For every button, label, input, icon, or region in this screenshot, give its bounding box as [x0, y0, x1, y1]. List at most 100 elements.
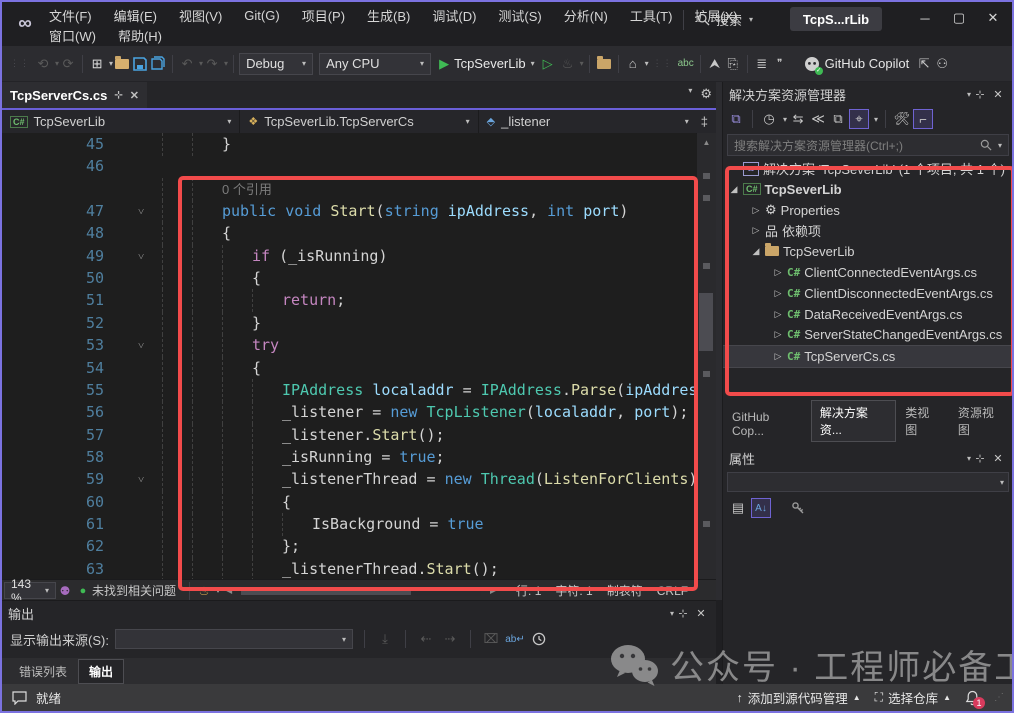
tree-item-TcpSeverLib[interactable]: ◢TcpSeverLib — [723, 241, 1014, 262]
scroll-right-icon[interactable]: ▶ — [484, 582, 502, 600]
tree-item-解决方案 'TcpSeverLib' (1 个项目, 共 1 个)[interactable]: ∞解决方案 'TcpSeverLib' (1 个项目, 共 1 个) — [723, 158, 1014, 179]
code-line[interactable]: 45} — [2, 133, 696, 156]
github-copilot-label[interactable]: GitHub Copilot — [825, 56, 910, 71]
fold-chevron-icon[interactable]: ˅ — [138, 200, 144, 223]
select-element-icon[interactable]: ⮝ — [706, 55, 724, 73]
bottom-tab-输出[interactable]: 输出 — [78, 659, 124, 684]
scrollbar-thumb[interactable] — [699, 293, 713, 351]
new-project-button[interactable]: ⊞ — [88, 55, 106, 73]
notifications-bell-icon[interactable]: 1 — [965, 690, 980, 706]
property-pages-key-icon[interactable] — [789, 499, 807, 517]
expanded-chevron-icon[interactable]: ◢ — [727, 184, 741, 195]
code-line[interactable]: 52} — [2, 312, 696, 335]
code-line[interactable]: 0 个引用 — [2, 178, 696, 201]
solution-configuration-dropdown[interactable]: Debug▾ — [239, 53, 313, 75]
tree-item-Properties[interactable]: ▷⚙Properties — [723, 200, 1014, 221]
scrollbar-thumb[interactable] — [241, 587, 411, 595]
select-repository-button[interactable]: ⛶ 选择仓库 ▲ — [875, 688, 951, 707]
pin-icon[interactable]: ⊹ — [674, 604, 692, 622]
editor-vertical-scrollbar[interactable]: ▲ — [697, 133, 716, 579]
code-line[interactable]: 60{ — [2, 491, 696, 514]
output-source-dropdown[interactable]: ▾ — [115, 629, 353, 649]
panel-tab-解决方案资...[interactable]: 解决方案资... — [811, 400, 896, 442]
collapsed-chevron-icon[interactable]: ▷ — [771, 329, 785, 340]
properties-object-dropdown[interactable]: ▾ — [727, 472, 1009, 492]
line-indicator[interactable]: 行: 1 — [516, 582, 541, 599]
code-line[interactable]: 58_isRunning = true; — [2, 446, 696, 469]
properties-shortcut-icon[interactable]: ⧉ — [829, 110, 847, 128]
code-line[interactable]: 61IsBackground = true — [2, 513, 696, 536]
toolbar-drag-grip[interactable]: ⋮⋮ — [653, 58, 673, 69]
scroll-left-icon[interactable]: ◀ — [220, 582, 238, 600]
solution-search-input[interactable]: 搜索解决方案资源管理器(Ctrl+;) ▾ — [727, 134, 1009, 156]
clear-all-icon[interactable]: ⌧ — [482, 630, 500, 648]
sync-with-active-document-icon[interactable]: ⌖ — [849, 109, 869, 129]
document-tab[interactable]: TcpServerCs.cs ⊹ ✕ — [2, 82, 147, 108]
menu-item-项目(P)[interactable]: 项目(P) — [291, 4, 356, 27]
fold-chevron-icon[interactable]: ˅ — [138, 468, 144, 491]
navbar-project-dropdown[interactable]: C# TcpSeverLib ▾ — [2, 110, 240, 133]
output-header[interactable]: 输出 ▾ ⊹ ✕ — [2, 601, 716, 625]
navigate-back-button[interactable]: ⟲ — [34, 55, 52, 73]
code-line[interactable]: 49˅if (_isRunning) — [2, 245, 696, 268]
code-line[interactable]: 50{ — [2, 267, 696, 290]
hot-reload-status-icon[interactable]: ♨ — [195, 582, 213, 600]
undo-button[interactable]: ↶ — [178, 55, 196, 73]
wrench-icon[interactable]: 🛠 — [893, 110, 911, 128]
code-viewport[interactable]: 45}460 个引用47˅public void Start(string ip… — [2, 133, 696, 579]
live-share-icon[interactable]: ⚉ — [56, 582, 74, 600]
redo-button[interactable]: ↷ — [203, 55, 221, 73]
goto-message-icon[interactable]: ⤓ — [376, 630, 394, 648]
fold-chevron-icon[interactable]: ˅ — [138, 334, 144, 357]
pin-icon[interactable]: ⊹ — [114, 90, 122, 101]
preview-selected-items-icon[interactable]: ⌐ — [913, 109, 933, 129]
collapsed-chevron-icon[interactable]: ▷ — [771, 309, 785, 320]
zoom-dropdown[interactable]: 143 %▾ — [4, 582, 56, 599]
tree-item-DataReceivedEventArgs.cs[interactable]: ▷C#DataReceivedEventArgs.cs — [723, 304, 1014, 325]
code-line[interactable]: 62}; — [2, 535, 696, 558]
close-panel-icon[interactable]: ✕ — [989, 85, 1007, 103]
menu-item-视图(V)[interactable]: 视图(V) — [168, 4, 233, 27]
code-line[interactable]: 57_listener.Start(); — [2, 424, 696, 447]
code-line[interactable]: 59˅_listenerThread = new Thread(ListenFo… — [2, 468, 696, 491]
menu-item-调试(D)[interactable]: 调试(D) — [421, 4, 487, 27]
document-list-caret-icon[interactable]: ▾ — [688, 86, 692, 102]
indent-icon[interactable]: ≣ — [753, 55, 771, 73]
word-wrap-icon[interactable]: ab↵ — [506, 630, 524, 648]
redo-caret-icon[interactable]: ▾ — [224, 59, 228, 68]
close-button[interactable]: ✕ — [976, 5, 1010, 31]
solution-explorer-header[interactable]: 解决方案资源管理器 ▾ ⊹ ✕ — [723, 82, 1013, 106]
pin-icon[interactable]: ⊹ — [971, 85, 989, 103]
close-tab-icon[interactable]: ✕ — [130, 89, 139, 102]
expanded-chevron-icon[interactable]: ◢ — [749, 246, 763, 257]
split-editor-icon[interactable]: ‡ — [701, 114, 708, 129]
properties-header[interactable]: 属性 ▾ ⊹ ✕ — [723, 446, 1013, 470]
menu-item-工具(T)[interactable]: 工具(T) — [619, 4, 684, 27]
find-in-files-icon[interactable] — [595, 55, 613, 73]
tree-item-ClientDisconnectedEventArgs.cs[interactable]: ▷C#ClientDisconnectedEventArgs.cs — [723, 283, 1014, 304]
document-health-label[interactable]: 未找到相关问题 — [92, 582, 176, 599]
spell-check-icon[interactable]: abc — [677, 55, 695, 73]
indent-mode-indicator[interactable]: 制表符 — [607, 582, 643, 599]
pending-changes-filter-icon[interactable]: ◷ — [760, 110, 778, 128]
collapsed-chevron-icon[interactable]: ▷ — [771, 288, 785, 299]
save-button[interactable] — [131, 55, 149, 73]
categorized-view-icon[interactable]: ▤ — [729, 499, 747, 517]
hot-reload-icon[interactable]: ♨ — [559, 55, 577, 73]
menu-item-分析(N)[interactable]: 分析(N) — [553, 4, 619, 27]
start-without-debug-icon[interactable]: ▷ — [543, 56, 553, 72]
collapsed-chevron-icon[interactable]: ▷ — [771, 267, 785, 278]
tree-item-ServerStateChangedEventArgs.cs[interactable]: ▷C#ServerStateChangedEventArgs.cs — [723, 324, 1014, 345]
share-icon[interactable]: ⇱ — [915, 55, 933, 73]
send-feedback-icon[interactable]: ⚇ — [933, 55, 951, 73]
next-message-icon[interactable]: ⇢ — [441, 630, 459, 648]
toggle-timestamp-clock-icon[interactable] — [530, 630, 548, 648]
code-line[interactable]: 56_listener = new TcpListener(localaddr,… — [2, 401, 696, 424]
menu-item-Git(G)[interactable]: Git(G) — [233, 6, 290, 25]
code-line[interactable]: 51return; — [2, 289, 696, 312]
alphabetical-sort-icon[interactable]: A↓ — [751, 498, 771, 518]
code-line[interactable]: 53˅try — [2, 334, 696, 357]
fold-chevron-icon[interactable]: ˅ — [138, 245, 144, 268]
format-document-icon[interactable]: ⎘ — [724, 55, 742, 73]
save-all-button[interactable] — [149, 55, 167, 73]
